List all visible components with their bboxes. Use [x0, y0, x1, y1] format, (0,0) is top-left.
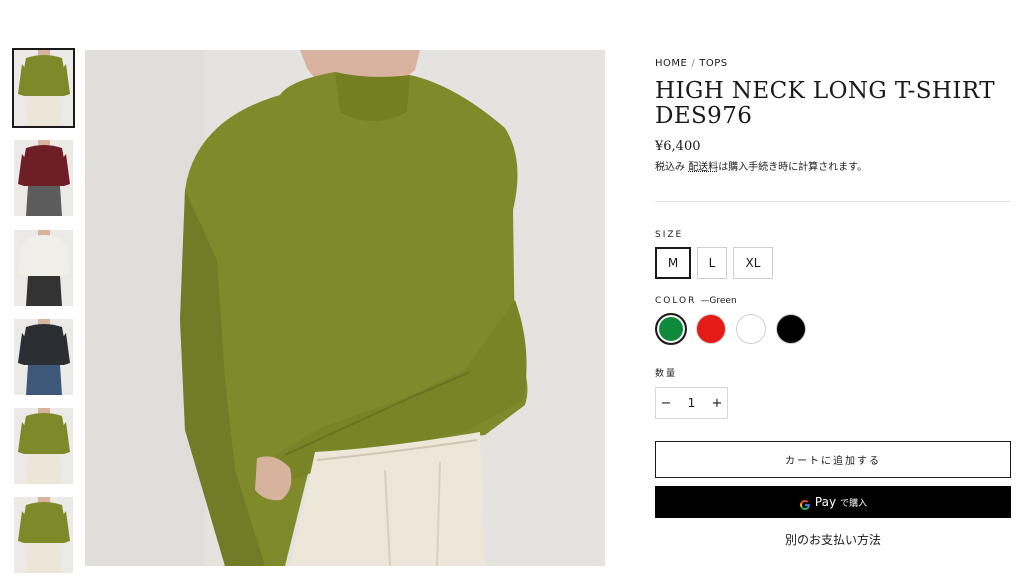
product-price: ¥6,400 [655, 139, 701, 154]
tax-shipping-note: 税込み 配送料は購入手続き時に計算されます。 [655, 158, 1011, 173]
breadcrumb-separator: / [691, 58, 696, 69]
thumb-pants [26, 96, 62, 126]
product-photo-illustration [85, 50, 605, 566]
main-product-image[interactable] [85, 50, 605, 566]
thumb-pants [26, 365, 62, 395]
color-swatch-red[interactable] [696, 314, 726, 344]
divider [655, 201, 1011, 202]
color-selector [655, 313, 806, 345]
thumb-green-front-image [14, 50, 73, 126]
quantity-increase-button[interactable]: + [707, 396, 727, 411]
color-label-row: COLOR —Green [655, 296, 737, 306]
breadcrumb: HOME / TOPS [655, 58, 1011, 69]
product-info: HOME / TOPS HIGH NECK LONG T-SHIRT DES97… [655, 58, 1011, 173]
tax-included-label: 税込み [655, 162, 685, 173]
thumb-pants [26, 543, 62, 573]
thumb-white[interactable] [14, 230, 73, 306]
product-title: HIGH NECK LONG T-SHIRT DES976 [655, 78, 995, 129]
quantity-decrease-button[interactable]: − [656, 396, 676, 411]
thumb-shirt [22, 235, 66, 276]
thumb-white-image [14, 230, 73, 306]
size-option-l[interactable]: L [697, 247, 727, 279]
gpay-brand-text: Pay [814, 495, 837, 509]
thumb-pants [26, 186, 62, 216]
thumb-green-back[interactable] [14, 497, 73, 573]
google-g-icon [799, 496, 811, 510]
size-selector: M L XL [655, 247, 773, 279]
thumb-black[interactable] [14, 319, 73, 395]
size-label: SIZE [655, 230, 684, 240]
thumb-burgundy-image [14, 140, 73, 216]
thumb-shirt [22, 324, 66, 365]
color-swatch-white[interactable] [736, 314, 766, 344]
thumb-green-side[interactable] [14, 408, 73, 484]
color-swatch-green[interactable] [655, 313, 687, 345]
thumb-black-image [14, 319, 73, 395]
more-payment-options-link[interactable]: 別のお支払い方法 [655, 531, 1011, 548]
quantity-label: 数量 [655, 369, 678, 379]
thumb-shirt [22, 55, 66, 96]
thumb-green-side-image [14, 408, 73, 484]
quantity-input[interactable]: 1 [688, 396, 696, 410]
thumb-pants [26, 276, 62, 306]
breadcrumb-home-link[interactable]: HOME [655, 58, 687, 69]
selected-color-name: —Green [700, 296, 737, 306]
thumb-shirt [22, 502, 66, 543]
size-option-xl[interactable]: XL [733, 247, 773, 279]
breadcrumb-category-link[interactable]: TOPS [699, 58, 727, 69]
thumb-green-back-image [14, 497, 73, 573]
color-swatch-black[interactable] [776, 314, 806, 344]
quantity-stepper: − 1 + [655, 387, 728, 419]
shipping-policy-link[interactable]: 配送料 [688, 162, 718, 173]
color-label: COLOR [655, 296, 697, 306]
add-to-cart-button[interactable]: カートに追加する [655, 441, 1011, 478]
thumb-green-front[interactable] [12, 48, 75, 128]
thumb-shirt [22, 413, 66, 454]
gpay-buy-text: で購入 [840, 498, 868, 509]
thumb-shirt [22, 145, 66, 186]
size-option-m[interactable]: M [655, 247, 691, 279]
thumb-pants [26, 454, 62, 484]
thumb-burgundy[interactable] [14, 140, 73, 216]
google-pay-button[interactable]: Pay で購入 [655, 486, 1011, 518]
shipping-note-text: は購入手続き時に計算されます。 [718, 162, 868, 173]
